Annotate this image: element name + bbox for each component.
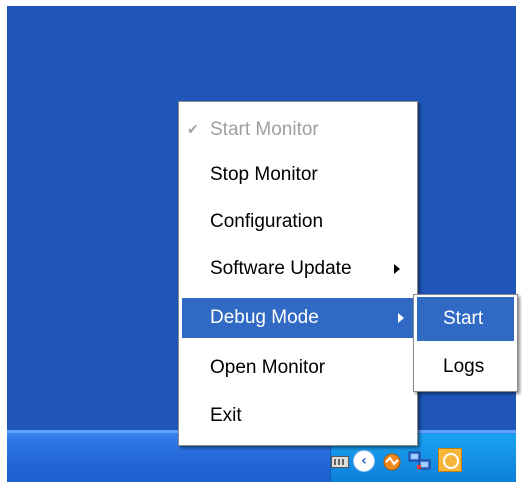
debug-mode-submenu: Start Logs (413, 294, 518, 392)
menu-item-software-update[interactable]: Software Update (182, 249, 414, 289)
network-icon[interactable] (408, 450, 432, 472)
submenu-item-label: Start (443, 308, 484, 329)
submenu-item-label: Logs (443, 356, 485, 377)
menu-item-label: Stop Monitor (210, 164, 318, 185)
tray-context-menu: ✔ Start Monitor Stop Monitor Configurati… (178, 101, 418, 446)
menu-item-exit[interactable]: Exit (182, 396, 414, 436)
submenu-arrow-icon (394, 264, 400, 274)
menu-item-label: Configuration (210, 211, 324, 232)
keyboard-icon[interactable] (331, 456, 349, 468)
menu-item-label: Software Update (210, 258, 352, 279)
show-hidden-icons-button[interactable]: ‹ (353, 450, 375, 472)
menu-item-start-monitor[interactable]: ✔ Start Monitor (182, 110, 414, 150)
menu-item-stop-monitor[interactable]: Stop Monitor (182, 155, 414, 195)
menu-item-configuration[interactable]: Configuration (182, 202, 414, 242)
monitor-app-icon[interactable] (381, 452, 403, 472)
menu-item-open-monitor[interactable]: Open Monitor (182, 348, 414, 388)
menu-item-label: Debug Mode (210, 307, 319, 328)
checkmark-icon: ✔ (187, 122, 199, 138)
menu-item-label: Exit (210, 405, 242, 426)
submenu-arrow-icon (398, 313, 404, 323)
clock-app-icon[interactable] (438, 448, 462, 472)
submenu-item-logs[interactable]: Logs (417, 345, 514, 389)
menu-item-label: Open Monitor (210, 357, 326, 378)
menu-item-debug-mode[interactable]: Debug Mode (182, 298, 414, 338)
submenu-item-start[interactable]: Start (417, 297, 514, 341)
menu-item-label: Start Monitor (210, 119, 319, 140)
